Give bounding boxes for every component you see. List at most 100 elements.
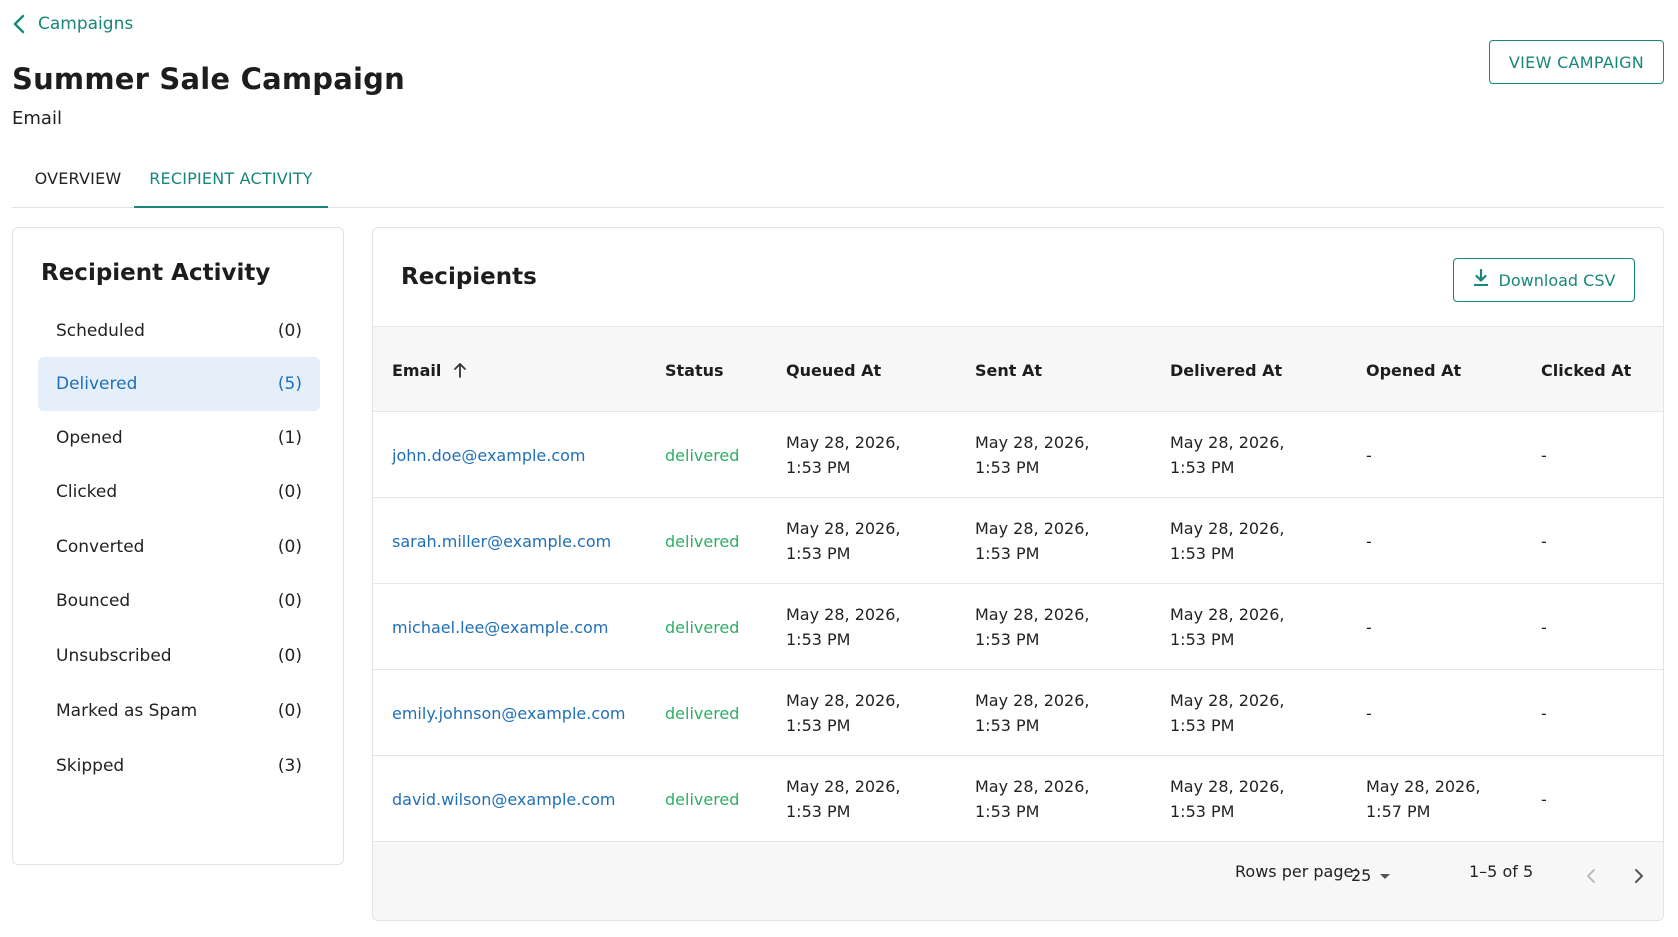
download-csv-button[interactable]: Download CSV <box>1453 258 1635 302</box>
sidebar-item-unsubscribed[interactable]: Unsubscribed (0) <box>38 629 320 683</box>
opened-at-cell: - <box>1366 531 1372 551</box>
back-to-campaigns-link[interactable]: Campaigns <box>12 14 133 34</box>
sidebar-item-label: Converted <box>56 537 145 557</box>
sent-at-cell: May 28, 2026, 1:53 PM <box>975 777 1090 821</box>
sidebar-item-scheduled[interactable]: Scheduled (0) <box>38 304 320 358</box>
previous-page-button[interactable] <box>1579 866 1603 890</box>
sidebar-item-label: Opened <box>56 428 123 448</box>
sidebar-item-bounced[interactable]: Bounced (0) <box>38 574 320 628</box>
table-row: emily.johnson@example.com delivered May … <box>373 670 1663 756</box>
status-cell: delivered <box>665 617 740 637</box>
sidebar-item-label: Delivered <box>56 374 138 394</box>
sidebar-item-count: (0) <box>277 321 302 341</box>
sidebar-item-count: (0) <box>277 482 302 502</box>
opened-at-cell: - <box>1366 445 1372 465</box>
sent-at-cell: May 28, 2026, 1:53 PM <box>975 691 1090 735</box>
sidebar-item-label: Unsubscribed <box>56 646 172 666</box>
sidebar-item-clicked[interactable]: Clicked (0) <box>38 465 320 519</box>
sidebar-item-label: Clicked <box>56 482 118 502</box>
sidebar-item-count: (0) <box>277 537 302 557</box>
queued-at-cell: May 28, 2026, 1:53 PM <box>786 519 901 563</box>
table-row: david.wilson@example.com delivered May 2… <box>373 756 1663 842</box>
delivered-at-cell: May 28, 2026, 1:53 PM <box>1170 691 1285 735</box>
sidebar-item-count: (3) <box>277 756 302 776</box>
status-cell: delivered <box>665 703 740 723</box>
recipient-email-link[interactable]: sarah.miller@example.com <box>392 498 611 584</box>
sidebar-item-label: Marked as Spam <box>56 701 198 721</box>
sent-at-cell: May 28, 2026, 1:53 PM <box>975 433 1090 477</box>
sidebar-item-label: Skipped <box>56 756 125 776</box>
queued-at-cell: May 28, 2026, 1:53 PM <box>786 691 901 735</box>
queued-at-cell: May 28, 2026, 1:53 PM <box>786 777 901 821</box>
sidebar-item-opened[interactable]: Opened (1) <box>38 411 320 465</box>
table-row: michael.lee@example.com delivered May 28… <box>373 584 1663 670</box>
sidebar-item-count: (0) <box>277 591 302 611</box>
page-title: Summer Sale Campaign <box>12 62 405 96</box>
pagination-range: 1–5 of 5 <box>1469 862 1534 881</box>
delivered-at-cell: May 28, 2026, 1:53 PM <box>1170 605 1285 649</box>
clicked-at-cell: - <box>1541 789 1547 809</box>
sent-at-cell: May 28, 2026, 1:53 PM <box>975 605 1090 649</box>
sidebar-item-skipped[interactable]: Skipped (3) <box>38 739 320 793</box>
column-header-sent-at[interactable]: Sent At <box>975 327 1042 413</box>
sidebar-item-count: (0) <box>277 701 302 721</box>
status-cell: delivered <box>665 445 740 465</box>
download-icon <box>1473 268 1489 291</box>
sidebar-item-marked-as-spam[interactable]: Marked as Spam (0) <box>38 684 320 738</box>
recipient-activity-panel: Recipient Activity Scheduled (0) Deliver… <box>12 227 344 865</box>
column-header-queued-at[interactable]: Queued At <box>786 327 881 413</box>
opened-at-cell: May 28, 2026, 1:57 PM <box>1366 777 1481 821</box>
chevron-right-icon <box>1634 868 1644 888</box>
pagination-footer: Rows per page: 25 1–5 of 5 <box>373 842 1663 920</box>
rows-per-page-select[interactable]: 25 <box>1351 866 1391 885</box>
clicked-at-cell: - <box>1541 531 1547 551</box>
recipients-card: Recipients Download CSV Email Status Que… <box>372 227 1664 921</box>
table-row: john.doe@example.com delivered May 28, 2… <box>373 412 1663 498</box>
recipient-email-link[interactable]: david.wilson@example.com <box>392 756 615 842</box>
queued-at-cell: May 28, 2026, 1:53 PM <box>786 605 901 649</box>
rows-per-page-value: 25 <box>1351 866 1372 885</box>
campaign-channel: Email <box>12 108 62 129</box>
column-header-opened-at[interactable]: Opened At <box>1366 327 1461 413</box>
column-header-status[interactable]: Status <box>665 327 724 413</box>
status-cell: delivered <box>665 789 740 809</box>
sent-at-cell: May 28, 2026, 1:53 PM <box>975 519 1090 563</box>
opened-at-cell: - <box>1366 703 1372 723</box>
sidebar-item-count: (1) <box>277 428 302 448</box>
sidebar-item-converted[interactable]: Converted (0) <box>38 520 320 574</box>
tab-overview[interactable]: OVERVIEW <box>12 160 144 208</box>
download-csv-label: Download CSV <box>1498 270 1616 290</box>
sidebar-title: Recipient Activity <box>41 260 271 286</box>
column-header-delivered-at[interactable]: Delivered At <box>1170 327 1282 413</box>
clicked-at-cell: - <box>1541 617 1547 637</box>
delivered-at-cell: May 28, 2026, 1:53 PM <box>1170 519 1285 563</box>
sidebar-item-count: (0) <box>277 646 302 666</box>
chevron-left-icon <box>1586 868 1596 888</box>
recipient-email-link[interactable]: michael.lee@example.com <box>392 584 608 670</box>
delivered-at-cell: May 28, 2026, 1:53 PM <box>1170 777 1285 821</box>
sidebar-item-delivered[interactable]: Delivered (5) <box>38 357 320 411</box>
caret-down-icon <box>1379 866 1391 885</box>
queued-at-cell: May 28, 2026, 1:53 PM <box>786 433 901 477</box>
delivered-at-cell: May 28, 2026, 1:53 PM <box>1170 433 1285 477</box>
sidebar-item-label: Scheduled <box>56 321 145 341</box>
arrow-up-icon[interactable] <box>453 362 467 378</box>
clicked-at-cell: - <box>1541 703 1547 723</box>
tab-bar: OVERVIEW RECIPIENT ACTIVITY <box>12 160 1664 208</box>
opened-at-cell: - <box>1366 617 1372 637</box>
column-header-clicked-at[interactable]: Clicked At <box>1541 327 1631 413</box>
view-campaign-button[interactable]: VIEW CAMPAIGN <box>1489 40 1664 84</box>
back-link-label: Campaigns <box>38 14 134 34</box>
recipient-email-link[interactable]: emily.johnson@example.com <box>392 670 626 756</box>
sidebar-item-count: (5) <box>277 374 302 394</box>
column-header-email[interactable]: Email <box>392 327 467 413</box>
next-page-button[interactable] <box>1627 866 1651 890</box>
status-cell: delivered <box>665 531 740 551</box>
recipient-email-link[interactable]: john.doe@example.com <box>392 412 586 498</box>
tab-recipient-activity[interactable]: RECIPIENT ACTIVITY <box>134 160 328 208</box>
chevron-left-icon <box>12 14 26 34</box>
sidebar-item-label: Bounced <box>56 591 131 611</box>
recipients-title: Recipients <box>401 264 537 290</box>
rows-per-page-label: Rows per page: <box>1235 862 1359 881</box>
table-header: Email Status Queued At Sent At Delivered… <box>373 326 1663 413</box>
